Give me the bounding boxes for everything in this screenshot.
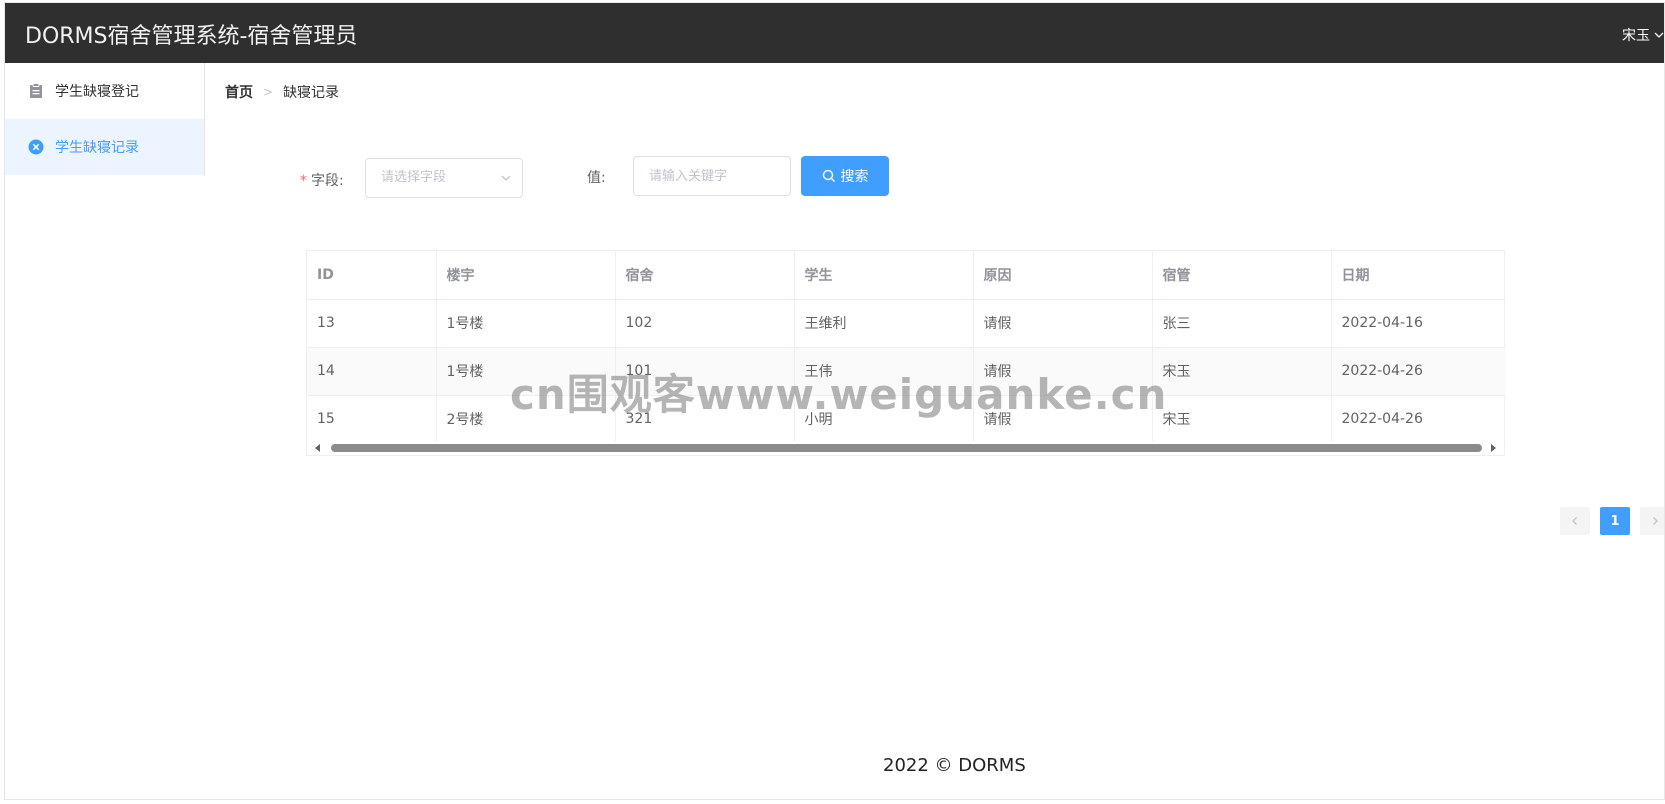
required-marker: * — [300, 173, 307, 189]
table-cell: 请假 — [973, 395, 1153, 444]
scrollbar-thumb[interactable] — [331, 444, 1482, 452]
chevron-right-icon — [1653, 517, 1658, 525]
chevron-right-icon: > — [263, 85, 274, 99]
table-cell: 15 — [307, 395, 437, 444]
column-header[interactable]: 日期 — [1331, 251, 1506, 300]
breadcrumb-current: 缺寝记录 — [283, 85, 340, 101]
table-row[interactable]: 13 1号楼 102 王维利 请假 张三 2022-04-16 — [307, 299, 1506, 348]
column-header[interactable]: 宿舍 — [615, 251, 795, 300]
field-select[interactable]: 请选择字段 — [365, 158, 523, 198]
table-cell: 请假 — [973, 299, 1153, 348]
user-menu[interactable]: 宋玉 — [1622, 25, 1664, 45]
chevron-left-icon — [1572, 517, 1577, 525]
table-cell: 2号楼 — [436, 395, 616, 444]
pagination: 1 — [1560, 507, 1664, 535]
table-row[interactable]: 14 1号楼 101 王伟 请假 宋玉 2022-04-26 — [307, 347, 1506, 396]
scroll-right-arrow-icon[interactable] — [1491, 444, 1496, 452]
table-cell: 王维利 — [794, 299, 974, 348]
table-header-row: ID 楼宇 宿舍 学生 原因 宿管 日期 — [307, 251, 1506, 300]
column-header[interactable]: 学生 — [794, 251, 974, 300]
horizontal-scrollbar[interactable] — [307, 441, 1504, 455]
next-page-button[interactable] — [1640, 507, 1664, 535]
footer-text: 2022 © DORMS — [883, 755, 1026, 776]
user-name: 宋玉 — [1622, 28, 1650, 44]
sidebar-item-label: 学生缺寝记录 — [55, 140, 139, 156]
table-cell: 请假 — [973, 347, 1153, 396]
app-title: DORMS宿舍管理系统-宿舍管理员 — [25, 24, 358, 49]
table-cell: 宋玉 — [1152, 395, 1332, 444]
search-button[interactable]: 搜索 — [801, 156, 889, 196]
search-button-label: 搜索 — [840, 168, 869, 184]
table-cell: 1号楼 — [436, 347, 616, 396]
table-row[interactable]: 15 2号楼 321 小明 请假 宋玉 2022-04-26 — [307, 395, 1506, 444]
table-cell: 13 — [307, 299, 437, 348]
table-cell: 2022-04-26 — [1331, 395, 1506, 444]
column-header[interactable]: ID — [307, 251, 437, 300]
table-cell: 1号楼 — [436, 299, 616, 348]
table-cell: 102 — [615, 299, 795, 348]
field-label: 字段: — [311, 173, 344, 189]
clipboard-icon — [27, 82, 45, 100]
table-cell: 王伟 — [794, 347, 974, 396]
sidebar-item-absence-register[interactable]: 学生缺寝登记 — [5, 63, 204, 119]
search-icon — [822, 169, 835, 182]
breadcrumb-home[interactable]: 首页 — [225, 82, 253, 102]
table-cell: 小明 — [794, 395, 974, 444]
table-cell: 14 — [307, 347, 437, 396]
sidebar: 学生缺寝登记 学生缺寝记录 — [5, 63, 205, 176]
table-cell: 张三 — [1152, 299, 1332, 348]
chevron-down-icon — [501, 175, 511, 181]
scroll-left-arrow-icon[interactable] — [315, 444, 320, 452]
value-label: 值: — [587, 170, 606, 186]
breadcrumb: 首页 > 缺寝记录 — [225, 82, 339, 102]
keyword-input[interactable] — [633, 156, 791, 196]
table-cell: 321 — [615, 395, 795, 444]
sidebar-item-label: 学生缺寝登记 — [55, 84, 139, 100]
prev-page-button[interactable] — [1560, 507, 1590, 535]
circle-close-icon — [27, 138, 45, 156]
column-header[interactable]: 楼宇 — [436, 251, 616, 300]
field-select-placeholder: 请选择字段 — [381, 170, 447, 185]
app-window: DORMS宿舍管理系统-宿舍管理员 宋玉 学生缺寝登记 学生缺寝记录 首页 > … — [4, 2, 1665, 800]
table-cell: 宋玉 — [1152, 347, 1332, 396]
sidebar-item-absence-records[interactable]: 学生缺寝记录 — [5, 119, 204, 175]
field-label-wrap: * 字段: — [300, 170, 344, 190]
table-cell: 2022-04-16 — [1331, 299, 1506, 348]
column-header[interactable]: 宿管 — [1152, 251, 1332, 300]
table-cell: 2022-04-26 — [1331, 347, 1506, 396]
column-header[interactable]: 原因 — [973, 251, 1153, 300]
chevron-down-icon — [1654, 32, 1664, 38]
records-table: ID 楼宇 宿舍 学生 原因 宿管 日期 13 1号楼 102 王维利 请假 张… — [306, 250, 1506, 456]
page-number-button[interactable]: 1 — [1600, 507, 1630, 535]
top-header: DORMS宿舍管理系统-宿舍管理员 宋玉 — [5, 3, 1664, 63]
table-cell: 101 — [615, 347, 795, 396]
